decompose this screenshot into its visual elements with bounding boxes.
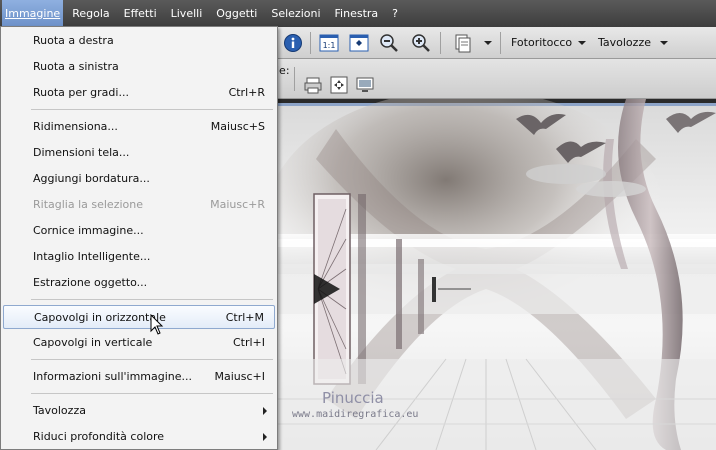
menu-item-ridimensiona[interactable]: Ridimensiona... Maiusc+S: [3, 115, 275, 139]
submenu-arrow-icon: [263, 407, 267, 415]
menu-finestra[interactable]: Finestra: [332, 0, 382, 27]
menu-item-estrazione-oggetto[interactable]: Estrazione oggetto...: [3, 271, 275, 295]
submenu-arrow-icon: [263, 433, 267, 441]
menu-effetti[interactable]: Effetti: [121, 0, 160, 27]
canvas-artwork: Pinuccia www.maidiregrafica.eu: [276, 99, 716, 450]
image-canvas[interactable]: Pinuccia www.maidiregrafica.eu: [276, 99, 716, 450]
menu-item-informazioni[interactable]: Informazioni sull'immagine... Maiusc+I: [3, 365, 275, 389]
menu-item-label: Capovolgi in orizzontale: [34, 311, 166, 324]
palettes-caret[interactable]: [660, 41, 668, 45]
zoom-in-icon[interactable]: [410, 32, 432, 54]
zoom-actual-icon[interactable]: 1:1: [318, 32, 340, 54]
palettes-dropdown[interactable]: Tavolozze: [598, 36, 651, 49]
toolbar-separator: [440, 32, 441, 54]
menu-item-label: Ruota per gradi...: [33, 86, 129, 99]
workspace-dropdown[interactable]: Fotoritocco: [511, 36, 572, 49]
menu-item-riduci-profondita[interactable]: Riduci profondità colore: [3, 425, 275, 449]
document-dropdown-caret[interactable]: [484, 41, 492, 45]
menu-immagine-label: Immagine: [5, 7, 61, 20]
menu-item-ruota-sinistra[interactable]: Ruota a sinistra: [3, 55, 275, 79]
menu-item-label: Ruota a destra: [33, 34, 114, 47]
menu-item-label: Ritaglia la selezione: [33, 198, 143, 211]
menu-oggetti[interactable]: Oggetti: [213, 0, 260, 27]
menu-item-tavolozza[interactable]: Tavolozza: [3, 399, 275, 423]
menu-item-label: Ruota a sinistra: [33, 60, 119, 73]
menu-item-intaglio-intelligente[interactable]: Intaglio Intelligente...: [3, 245, 275, 269]
menu-item-label: Ridimensiona...: [33, 120, 118, 133]
menu-separator: [31, 299, 273, 300]
menu-separator: [31, 359, 273, 360]
menu-item-ruota-destra[interactable]: Ruota a destra: [3, 29, 275, 53]
workspace-caret[interactable]: [578, 41, 586, 45]
zoom-out-icon[interactable]: [378, 32, 400, 54]
menu-selezioni[interactable]: Selezioni: [268, 0, 323, 27]
fit-window-icon[interactable]: [348, 32, 370, 54]
menu-item-dimensioni-tela[interactable]: Dimensioni tela...: [3, 141, 275, 165]
svg-text:1:1: 1:1: [323, 41, 336, 50]
menu-item-capovolgi-orizzontale[interactable]: Capovolgi in orizzontale Ctrl+M: [3, 305, 275, 329]
menu-item-label: Riduci profondità colore: [33, 430, 165, 443]
tool-options-toolbar: le:: [276, 59, 716, 99]
toolbar-separator: [500, 32, 501, 54]
menu-item-label: Informazioni sull'immagine...: [33, 370, 193, 383]
menu-item-shortcut: Ctrl+M: [225, 311, 264, 324]
menu-item-ritaglia-selezione: Ritaglia la selezione Maiusc+R: [3, 193, 275, 217]
app-window: Immagine Regola Effetti Livelli Oggetti …: [0, 0, 716, 450]
menu-item-label: Estrazione oggetto...: [33, 276, 148, 289]
menu-item-label: Intaglio Intelligente...: [33, 250, 151, 263]
menu-item-label: Aggiungi bordatura...: [33, 172, 150, 185]
menu-immagine[interactable]: Immagine: [2, 0, 64, 27]
menu-item-shortcut: Ctrl+R: [228, 86, 265, 99]
screen-icon[interactable]: [354, 74, 376, 96]
toolbar-separator: [294, 67, 295, 91]
mouse-cursor-icon: [150, 313, 164, 339]
menu-item-ruota-gradi[interactable]: Ruota per gradi... Ctrl+R: [3, 81, 275, 105]
menu-item-label: Tavolozza: [33, 404, 86, 417]
menu-regola[interactable]: Regola: [69, 0, 112, 27]
center-icon[interactable]: [328, 74, 350, 96]
menu-bar: Immagine Regola Effetti Livelli Oggetti …: [0, 0, 716, 27]
menu-item-label: Cornice immagine...: [33, 224, 144, 237]
menu-separator: [31, 393, 273, 394]
menu-item-shortcut: Maiusc+I: [214, 370, 266, 383]
toolbar-separator: [310, 32, 311, 54]
menu-item-label: Capovolgi in verticale: [33, 336, 153, 349]
menu-item-aggiungi-bordatura[interactable]: Aggiungi bordatura...: [3, 167, 275, 191]
watermark-url: www.maidiregrafica.eu: [292, 409, 418, 420]
menu-item-capovolgi-verticale[interactable]: Capovolgi in verticale Ctrl+I: [3, 331, 275, 355]
menu-item-shortcut: Maiusc+R: [210, 198, 265, 211]
document-icon[interactable]: [452, 32, 474, 54]
watermark-name: Pinuccia: [322, 389, 384, 407]
menu-help[interactable]: ?: [389, 0, 401, 27]
standard-toolbar: 1:1 Fotoritocco Tavolozze: [276, 27, 716, 59]
menu-item-label: Dimensioni tela...: [33, 146, 130, 159]
menu-livelli[interactable]: Livelli: [168, 0, 206, 27]
info-icon[interactable]: [282, 32, 304, 54]
menu-item-cornice-immagine[interactable]: Cornice immagine...: [3, 219, 275, 243]
image-menu-dropdown: Ruota a destra Ruota a sinistra Ruota pe…: [0, 26, 278, 450]
menu-item-shortcut: Maiusc+S: [210, 120, 265, 133]
menu-item-shortcut: Ctrl+I: [232, 336, 265, 349]
print-icon[interactable]: [302, 74, 324, 96]
menu-separator: [31, 109, 273, 110]
tool-options-label: le:: [276, 64, 290, 77]
